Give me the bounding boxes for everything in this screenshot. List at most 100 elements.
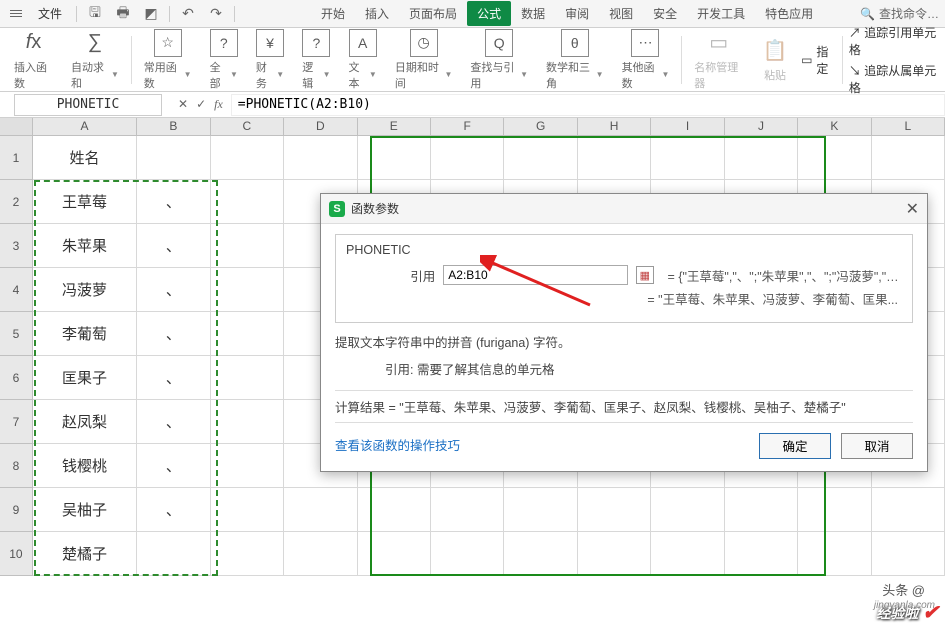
col-header[interactable]: L [872, 118, 945, 135]
col-header[interactable]: J [725, 118, 798, 135]
cell[interactable] [798, 488, 871, 532]
cell[interactable] [798, 532, 871, 576]
text-functions[interactable]: A文本▼ [343, 29, 383, 91]
tab-start[interactable]: 开始 [311, 1, 355, 26]
logic-functions[interactable]: ?逻辑▼ [296, 29, 336, 91]
cell[interactable] [211, 180, 284, 224]
cell[interactable]: 钱樱桃 [33, 444, 137, 488]
cell[interactable] [284, 136, 357, 180]
cell[interactable] [211, 224, 284, 268]
cell[interactable] [211, 268, 284, 312]
cell[interactable]: 冯菠萝 [33, 268, 137, 312]
tab-formula[interactable]: 公式 [467, 1, 511, 26]
cell[interactable] [137, 532, 210, 576]
cell[interactable] [358, 532, 431, 576]
cell[interactable]: 姓名 [33, 136, 137, 180]
cell[interactable]: 、 [137, 224, 210, 268]
print-icon[interactable]: 🖶 [111, 4, 135, 24]
finance-functions[interactable]: ¥财务▼ [250, 29, 290, 91]
cell[interactable] [725, 488, 798, 532]
col-header[interactable]: D [284, 118, 357, 135]
cell[interactable] [137, 136, 210, 180]
close-icon[interactable]: ✕ [906, 199, 919, 219]
cell[interactable] [872, 136, 945, 180]
col-header[interactable]: E [358, 118, 431, 135]
cell[interactable] [504, 532, 577, 576]
cell[interactable]: 赵凤梨 [33, 400, 137, 444]
col-header[interactable]: H [578, 118, 651, 135]
cell[interactable] [211, 312, 284, 356]
fx-icon[interactable]: fx [214, 97, 223, 112]
range-picker-icon[interactable]: ▦ [636, 266, 654, 284]
cell[interactable] [578, 488, 651, 532]
cell[interactable] [504, 136, 577, 180]
cell[interactable] [651, 488, 724, 532]
col-header[interactable]: C [211, 118, 284, 135]
preview-icon[interactable]: ◩ [139, 4, 163, 24]
common-functions[interactable]: ☆常用函数▼ [138, 29, 198, 91]
row-header[interactable]: 10 [0, 532, 33, 576]
cell[interactable] [211, 444, 284, 488]
search-command[interactable]: 🔍 查找命令… [860, 5, 939, 22]
insert-function[interactable]: fx插入函数 [8, 29, 59, 91]
tab-layout[interactable]: 页面布局 [399, 1, 467, 26]
cell[interactable] [651, 532, 724, 576]
row-header[interactable]: 6 [0, 356, 33, 400]
cell[interactable]: 、 [137, 400, 210, 444]
cell[interactable] [211, 136, 284, 180]
row-header[interactable]: 1 [0, 136, 33, 180]
all-functions[interactable]: ?全部▼ [204, 29, 244, 91]
col-header[interactable]: F [431, 118, 504, 135]
arg-input[interactable] [443, 265, 628, 285]
save-icon[interactable]: 🖫 [83, 4, 107, 24]
more-functions[interactable]: ⋯其他函数▼ [616, 29, 676, 91]
cell[interactable] [872, 488, 945, 532]
cancel-icon[interactable]: ✕ [178, 97, 188, 112]
cell[interactable] [431, 136, 504, 180]
col-header[interactable]: I [651, 118, 724, 135]
col-header[interactable]: B [137, 118, 210, 135]
tab-view[interactable]: 视图 [599, 1, 643, 26]
cell[interactable] [872, 532, 945, 576]
select-all-corner[interactable] [0, 118, 33, 135]
cell[interactable] [504, 488, 577, 532]
cell[interactable] [798, 136, 871, 180]
cell[interactable] [211, 400, 284, 444]
row-header[interactable]: 3 [0, 224, 33, 268]
cell[interactable] [431, 532, 504, 576]
col-header[interactable]: K [798, 118, 871, 135]
cell[interactable]: 、 [137, 488, 210, 532]
cell[interactable]: 、 [137, 312, 210, 356]
cell[interactable] [211, 488, 284, 532]
cell[interactable] [211, 356, 284, 400]
cell[interactable]: 、 [137, 180, 210, 224]
cell[interactable] [431, 488, 504, 532]
tab-special[interactable]: 特色应用 [755, 1, 823, 26]
name-box[interactable]: PHONETIC [14, 94, 162, 116]
tab-devtools[interactable]: 开发工具 [687, 1, 755, 26]
datetime-functions[interactable]: ◷日期和时间▼ [389, 29, 459, 91]
cell[interactable] [578, 532, 651, 576]
cell[interactable]: 、 [137, 268, 210, 312]
ok-button[interactable]: 确定 [759, 433, 831, 459]
cell[interactable] [358, 488, 431, 532]
cell[interactable]: 李葡萄 [33, 312, 137, 356]
cell[interactable]: 吴柚子 [33, 488, 137, 532]
file-menu[interactable]: 文件 [30, 3, 70, 24]
cell[interactable] [358, 136, 431, 180]
formula-input[interactable] [231, 94, 945, 116]
row-header[interactable]: 9 [0, 488, 33, 532]
tab-review[interactable]: 审阅 [555, 1, 599, 26]
cell[interactable]: 、 [137, 444, 210, 488]
row-header[interactable]: 4 [0, 268, 33, 312]
cell[interactable]: 朱苹果 [33, 224, 137, 268]
cell[interactable]: 、 [137, 356, 210, 400]
cell[interactable]: 匡果子 [33, 356, 137, 400]
math-functions[interactable]: θ数学和三角▼ [540, 29, 610, 91]
autosum[interactable]: ∑自动求和▼ [65, 29, 125, 91]
row-header[interactable]: 2 [0, 180, 33, 224]
row-header[interactable]: 5 [0, 312, 33, 356]
cell[interactable] [211, 532, 284, 576]
cell[interactable] [284, 488, 357, 532]
cell[interactable] [284, 532, 357, 576]
